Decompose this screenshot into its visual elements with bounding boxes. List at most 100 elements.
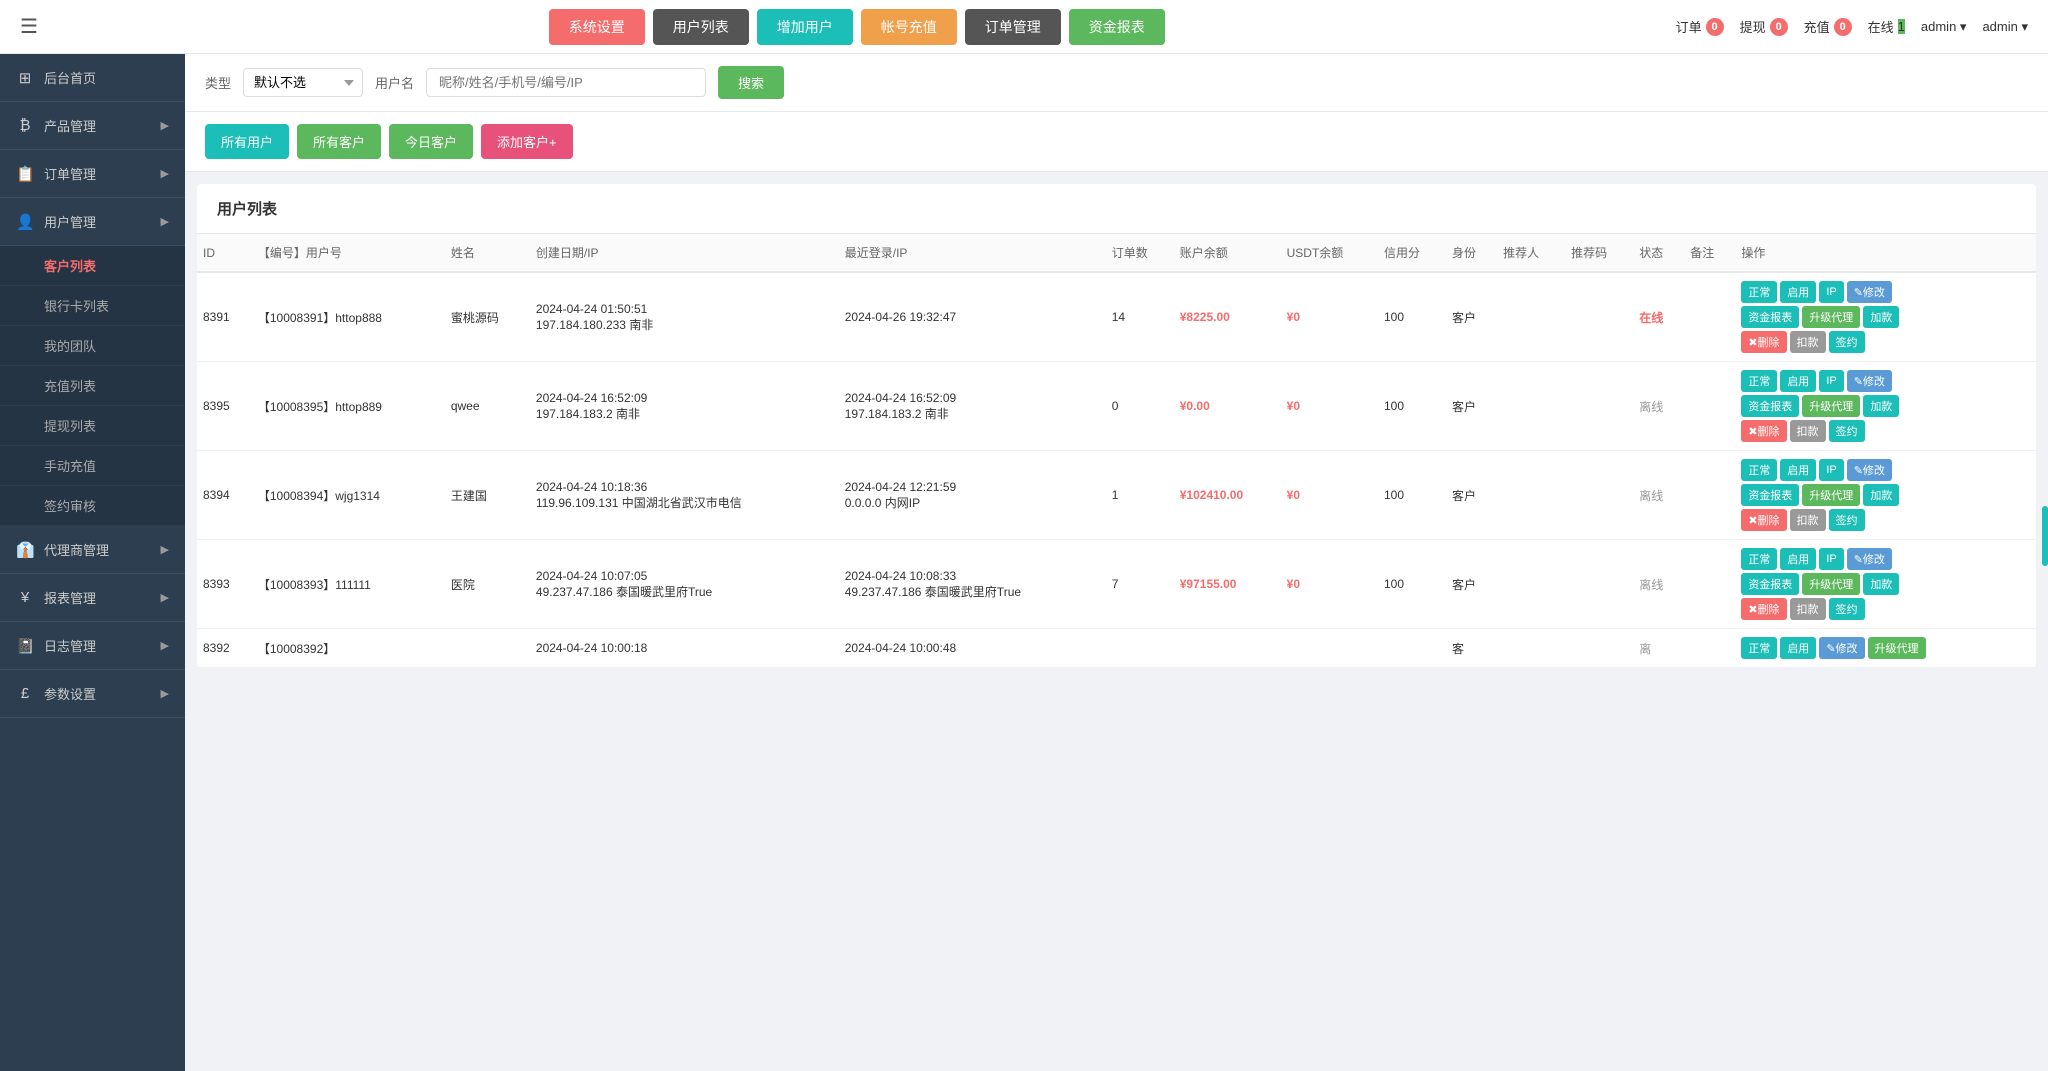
sidebar-sub-item-5[interactable]: 手动充值	[0, 446, 185, 486]
cell-2-6: ¥102410.00	[1174, 451, 1281, 540]
sidebar-item-1[interactable]: ₿ 产品管理 ▶	[0, 102, 185, 150]
row-action-签约[interactable]: 签约	[1829, 420, 1865, 442]
nav-btn-帐号充值[interactable]: 帐号充值	[861, 9, 957, 45]
sidebar-item-6[interactable]: 📓 日志管理 ▶	[0, 622, 185, 670]
row-action-扣款[interactable]: 扣款	[1790, 420, 1826, 442]
cell-3-9: 客户	[1446, 540, 1497, 629]
nav-btn-增加用户[interactable]: 增加用户	[757, 9, 853, 45]
row-action-✖删除[interactable]: ✖删除	[1741, 420, 1786, 442]
row-action-加款[interactable]: 加款	[1863, 306, 1899, 328]
user-search-input[interactable]	[426, 68, 706, 97]
sidebar-sub-item-6[interactable]: 签约审核	[0, 486, 185, 526]
sidebar-item-0[interactable]: ⊞ 后台首页	[0, 54, 185, 102]
users-table: ID【编号】用户号姓名创建日期/IP最近登录/IP订单数账户余额USDT余额信用…	[197, 234, 2036, 668]
row-action-✖删除[interactable]: ✖删除	[1741, 598, 1786, 620]
row-action-升级代理[interactable]: 升级代理	[1868, 637, 1926, 659]
row-action-升级代理[interactable]: 升级代理	[1802, 484, 1860, 506]
row-action-正常[interactable]: 正常	[1741, 281, 1777, 303]
row-action-扣款[interactable]: 扣款	[1790, 598, 1826, 620]
sidebar-item-4[interactable]: 👔 代理商管理 ▶	[0, 526, 185, 574]
hamburger-menu[interactable]: ☰	[20, 14, 38, 39]
row-action-启用[interactable]: 启用	[1780, 637, 1816, 659]
row-action-启用[interactable]: 启用	[1780, 548, 1816, 570]
row-action-启用[interactable]: 启用	[1780, 370, 1816, 392]
row-action-✎修改[interactable]: ✎修改	[1847, 370, 1892, 392]
row-action-签约[interactable]: 签约	[1829, 331, 1865, 353]
cell-status-3: 离线	[1633, 540, 1684, 629]
nav-btn-订单管理[interactable]: 订单管理	[965, 9, 1061, 45]
row-action-资金报表[interactable]: 资金报表	[1741, 395, 1799, 417]
row-action-扣款[interactable]: 扣款	[1790, 331, 1826, 353]
row-action-✖删除[interactable]: ✖删除	[1741, 331, 1786, 353]
top-nav-left: ☰	[20, 14, 38, 39]
table-row: 8394【10008394】wjg1314王建国2024-04-24 10:18…	[197, 451, 2036, 540]
sidebar-sub-item-3[interactable]: 充值列表	[0, 366, 185, 406]
row-action-正常[interactable]: 正常	[1741, 370, 1777, 392]
row-action-✎修改[interactable]: ✎修改	[1847, 281, 1892, 303]
row-action-加款[interactable]: 加款	[1863, 484, 1899, 506]
row-action-资金报表[interactable]: 资金报表	[1741, 484, 1799, 506]
row-action-✎修改[interactable]: ✎修改	[1847, 548, 1892, 570]
cell-4-2	[445, 629, 530, 668]
sidebar-item-5[interactable]: ¥ 报表管理 ▶	[0, 574, 185, 622]
nav-btn-资金报表[interactable]: 资金报表	[1069, 9, 1165, 45]
cell-2-9: 客户	[1446, 451, 1497, 540]
cell-remark-2	[1684, 451, 1735, 540]
status-在线: 在线1	[1868, 17, 1905, 36]
scrollbar[interactable]	[2042, 506, 2048, 566]
row-action-启用[interactable]: 启用	[1780, 281, 1816, 303]
row-action-加款[interactable]: 加款	[1863, 395, 1899, 417]
nav-btn-用户列表[interactable]: 用户列表	[653, 9, 749, 45]
row-action-加款[interactable]: 加款	[1863, 573, 1899, 595]
cell-4-8	[1378, 629, 1446, 668]
sidebar-text-3: 用户管理	[44, 212, 96, 231]
row-action-签约[interactable]: 签约	[1829, 598, 1865, 620]
sidebar-icon-4: 👔	[16, 541, 34, 559]
action-btn-添加客户+[interactable]: 添加客户+	[481, 124, 573, 159]
type-select[interactable]: 默认不选客户代理	[243, 68, 363, 97]
row-action-扣款[interactable]: 扣款	[1790, 509, 1826, 531]
row-action-资金报表[interactable]: 资金报表	[1741, 573, 1799, 595]
sidebar-sub-item-4[interactable]: 提现列表	[0, 406, 185, 446]
row-action-正常[interactable]: 正常	[1741, 459, 1777, 481]
col-header-ID: ID	[197, 234, 252, 272]
sidebar-item-3[interactable]: 👤 用户管理 ▶	[0, 198, 185, 246]
sidebar-sub-item-2[interactable]: 我的团队	[0, 326, 185, 366]
status-label: 在线	[1868, 17, 1894, 36]
user-menu[interactable]: admin ▾	[1982, 19, 2028, 35]
row-action-升级代理[interactable]: 升级代理	[1802, 306, 1860, 328]
cell-0-6: ¥8225.00	[1174, 272, 1281, 362]
sidebar-arrow-3: ▶	[161, 215, 169, 228]
action-btn-今日客户[interactable]: 今日客户	[389, 124, 473, 159]
cell-2-2: 王建国	[445, 451, 530, 540]
sidebar-sub-item-1[interactable]: 银行卡列表	[0, 286, 185, 326]
row-action-✎修改[interactable]: ✎修改	[1819, 637, 1864, 659]
row-action-正常[interactable]: 正常	[1741, 637, 1777, 659]
sidebar-sub-item-0[interactable]: 客户列表	[0, 246, 185, 286]
action-btn-所有用户[interactable]: 所有用户	[205, 124, 289, 159]
row-action-IP[interactable]: IP	[1819, 281, 1843, 303]
user-menu[interactable]: admin ▾	[1921, 19, 1967, 35]
sidebar-item-2[interactable]: 📋 订单管理 ▶	[0, 150, 185, 198]
row-action-升级代理[interactable]: 升级代理	[1802, 573, 1860, 595]
row-action-IP[interactable]: IP	[1819, 370, 1843, 392]
action-bar: 所有用户所有客户今日客户添加客户+	[185, 112, 2048, 172]
row-action-签约[interactable]: 签约	[1829, 509, 1865, 531]
nav-btn-系统设置[interactable]: 系统设置	[549, 9, 645, 45]
cell-3-0: 8393	[197, 540, 252, 629]
cell-3-4: 2024-04-24 10:08:33 49.237.47.186 泰国暖武里府…	[839, 540, 1106, 629]
row-action-IP[interactable]: IP	[1819, 459, 1843, 481]
row-action-✖删除[interactable]: ✖删除	[1741, 509, 1786, 531]
row-action-资金报表[interactable]: 资金报表	[1741, 306, 1799, 328]
cell-3-8: 100	[1378, 540, 1446, 629]
action-btn-所有客户[interactable]: 所有客户	[297, 124, 381, 159]
row-action-启用[interactable]: 启用	[1780, 459, 1816, 481]
row-action-✎修改[interactable]: ✎修改	[1847, 459, 1892, 481]
row-action-IP[interactable]: IP	[1819, 548, 1843, 570]
status-badge: 0	[1834, 18, 1852, 36]
row-action-正常[interactable]: 正常	[1741, 548, 1777, 570]
row-action-升级代理[interactable]: 升级代理	[1802, 395, 1860, 417]
sidebar-item-7[interactable]: £ 参数设置 ▶	[0, 670, 185, 718]
cell-status-4: 离	[1633, 629, 1684, 668]
search-button[interactable]: 搜索	[718, 66, 784, 99]
